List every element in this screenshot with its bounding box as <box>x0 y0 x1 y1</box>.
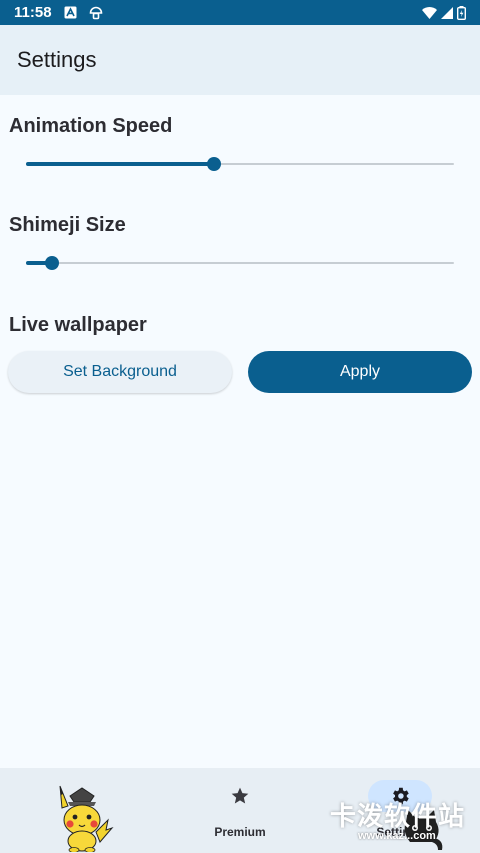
shimeji-size-label: Shimeji Size <box>9 214 126 236</box>
nav-icon-container <box>208 780 272 812</box>
mushroom-icon <box>89 6 103 20</box>
watermark-url: www.kaz...com <box>358 830 436 842</box>
pikachu-mascot-icon <box>59 785 114 852</box>
apply-button[interactable]: Apply <box>248 351 472 393</box>
live-wallpaper-label: Live wallpaper <box>9 314 147 336</box>
battery-icon <box>457 5 466 20</box>
slider-track <box>26 262 454 264</box>
signal-icon <box>441 6 453 19</box>
watermark-text: 卡泼软件站 <box>330 801 466 831</box>
nav-label-premium: Premium <box>214 825 266 839</box>
wifi-icon <box>422 6 437 19</box>
star-icon <box>231 787 249 804</box>
nav-item-home[interactable] <box>0 768 160 853</box>
nav-item-premium[interactable]: Premium <box>160 768 320 853</box>
slider-thumb[interactable] <box>44 256 59 270</box>
page-title: Settings <box>17 47 97 72</box>
status-bar: 11:58 <box>0 0 480 25</box>
animation-speed-slider[interactable] <box>26 154 454 174</box>
text-a-icon <box>64 6 77 19</box>
status-time: 11:58 <box>14 4 52 21</box>
shimeji-size-slider[interactable] <box>26 253 454 273</box>
set-background-button[interactable]: Set Background <box>8 351 232 393</box>
slider-fill <box>26 162 215 166</box>
app-bar: Settings <box>0 25 480 95</box>
slider-thumb[interactable] <box>207 157 222 171</box>
animation-speed-label: Animation Speed <box>9 115 173 137</box>
